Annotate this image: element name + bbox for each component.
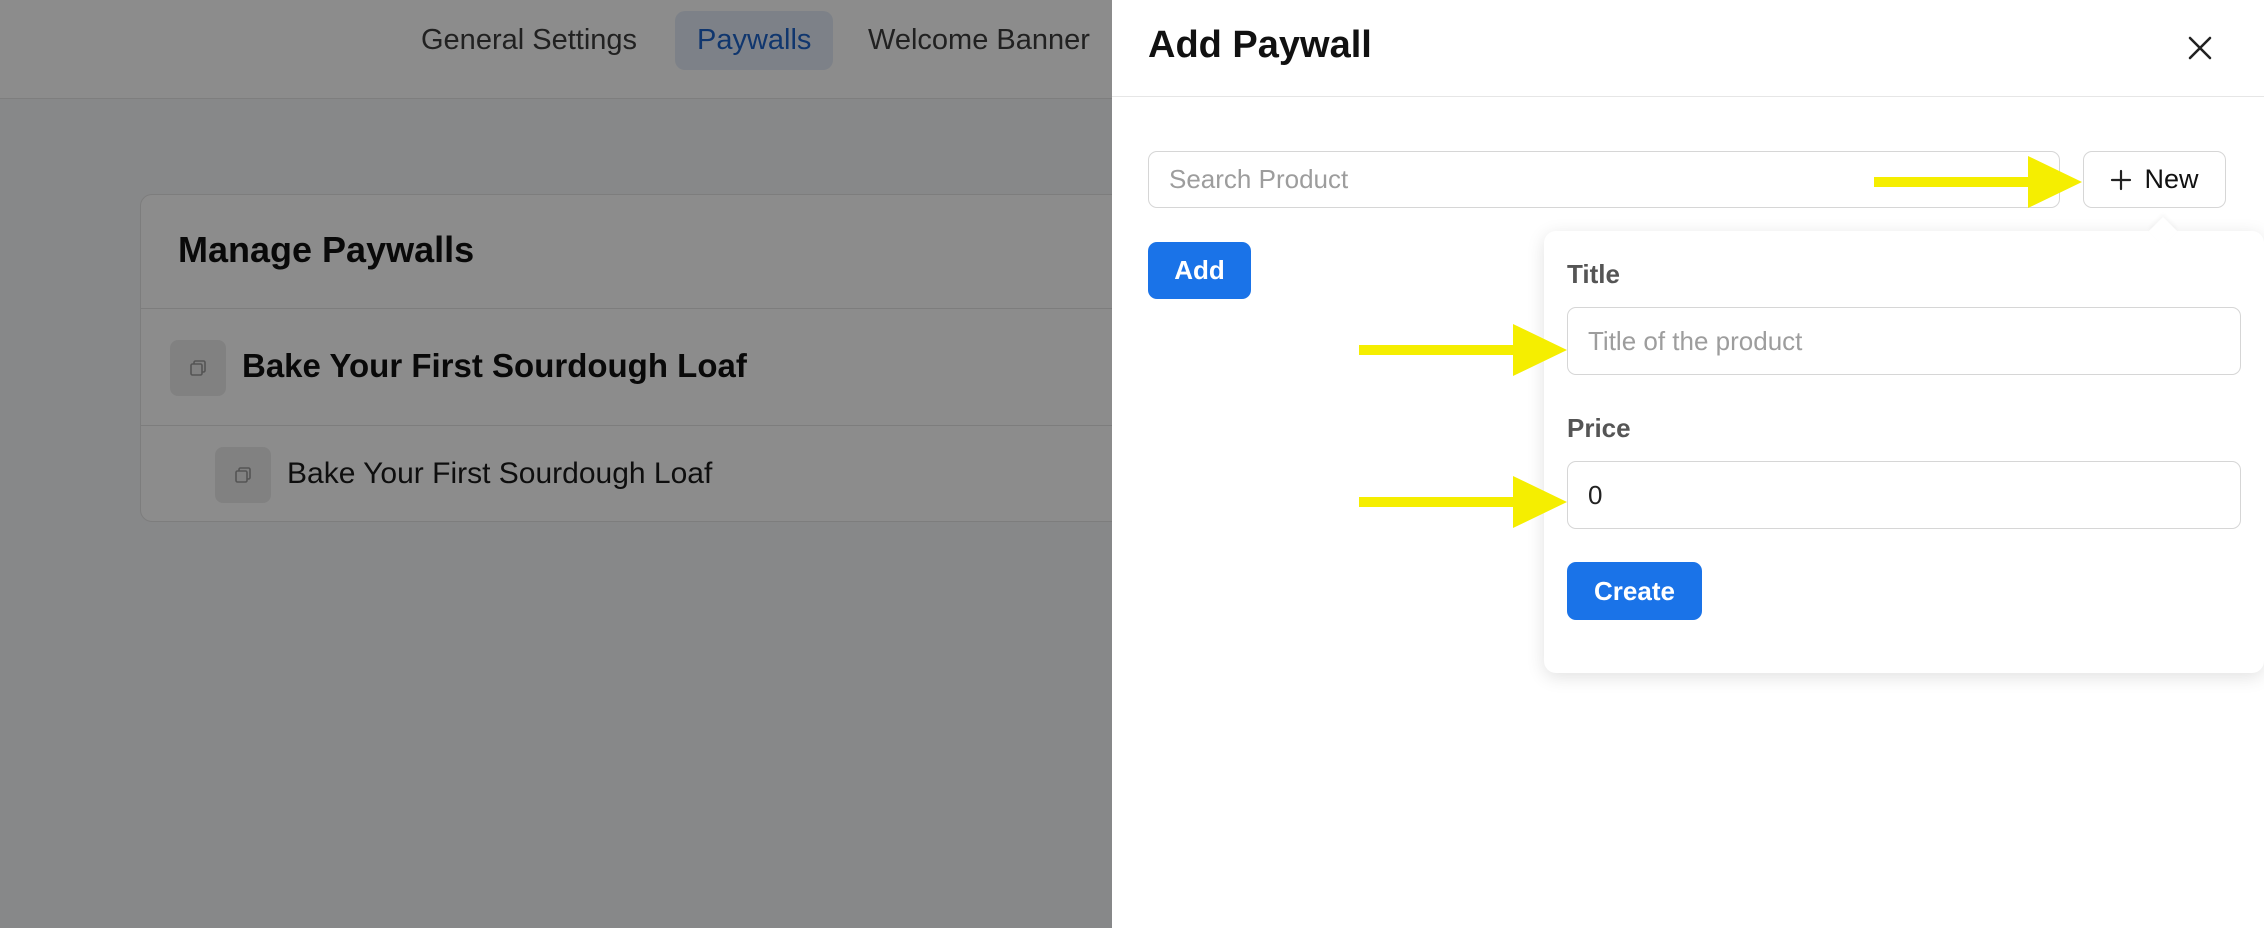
new-button-label: New: [2144, 164, 2199, 194]
plus-icon: [2111, 169, 2132, 190]
new-product-button[interactable]: New: [2083, 151, 2226, 208]
popover-caret: [2148, 216, 2178, 246]
annotation-arrow-icon: [1359, 476, 1567, 528]
title-field-label: Title: [1567, 259, 1620, 289]
annotation-arrow-icon: [1359, 324, 1567, 376]
drawer-title: Add Paywall: [1148, 24, 1372, 66]
add-button[interactable]: Add: [1148, 242, 1251, 299]
create-button[interactable]: Create: [1567, 562, 1702, 620]
modal-overlay[interactable]: [0, 0, 1112, 928]
product-title-input[interactable]: [1567, 307, 2241, 375]
price-field-label: Price: [1567, 413, 1631, 443]
new-product-popover: Title Price Create: [1544, 216, 2264, 673]
close-button[interactable]: [2178, 26, 2222, 70]
product-price-input[interactable]: [1567, 461, 2241, 529]
drawer-header: Add Paywall: [1112, 0, 2264, 97]
annotation-arrow-icon: [1874, 156, 2082, 208]
close-icon: [2188, 36, 2212, 60]
add-paywall-drawer: Add Paywall New Add Title Price Create: [1112, 0, 2264, 928]
